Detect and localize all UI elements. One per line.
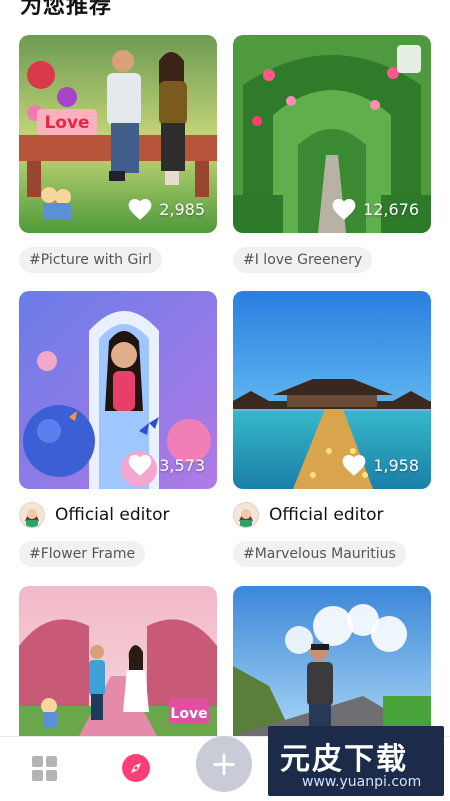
editor-info[interactable]: Official editor — [19, 501, 217, 529]
recommend-card[interactable]: 3,573 Official editor #Flower Frame — [19, 291, 217, 567]
editor-name[interactable]: Official editor — [55, 505, 169, 525]
heart-icon — [332, 199, 356, 220]
hashtag-chip[interactable]: #Flower Frame — [19, 541, 146, 567]
card-image[interactable]: 1,958 — [233, 291, 431, 489]
heart-icon — [128, 199, 152, 220]
watermark-title: 元皮下载 — [280, 742, 408, 777]
compass-icon[interactable] — [122, 754, 150, 782]
recommend-card[interactable]: 1,958 Official editor #Marvelous Mauriti… — [233, 291, 431, 567]
recommend-card[interactable]: 12,676 #I love Greenery — [233, 35, 431, 273]
add-button[interactable]: + — [196, 736, 252, 792]
avatar[interactable] — [233, 502, 259, 528]
love-sign-text: Love — [170, 706, 207, 722]
card-image[interactable]: 12,676 — [233, 35, 431, 233]
watermark-url: www.yuanpi.com — [302, 774, 422, 790]
card-image[interactable]: Love — [19, 586, 217, 736]
plus-icon: + — [209, 744, 239, 784]
like-counter[interactable]: 12,676 — [331, 197, 419, 221]
hashtag-chip[interactable]: #Picture with Girl — [19, 247, 162, 273]
editor-name[interactable]: Official editor — [269, 505, 383, 525]
avatar[interactable] — [19, 502, 45, 528]
like-count: 1,958 — [373, 455, 419, 475]
grid-icon[interactable] — [32, 756, 58, 782]
heart-icon — [128, 455, 152, 476]
watermark: 元皮下载 www.yuanpi.com — [268, 726, 444, 796]
card-image[interactable]: Love 2,985 — [19, 35, 217, 233]
like-count: 12,676 — [363, 199, 419, 219]
like-counter[interactable]: 3,573 — [127, 453, 205, 477]
love-sign-text: Love — [44, 113, 89, 133]
like-counter[interactable]: 2,985 — [127, 197, 205, 221]
recommend-card[interactable]: Love 2,985 #Picture with Girl — [19, 35, 217, 273]
recommend-card[interactable]: Love — [19, 586, 217, 736]
editor-info[interactable]: Official editor — [233, 501, 431, 529]
hashtag-chip[interactable]: #Marvelous Mauritius — [233, 541, 406, 567]
heart-icon — [342, 455, 366, 476]
card-image[interactable] — [233, 586, 431, 736]
like-count: 3,573 — [159, 455, 205, 475]
like-counter[interactable]: 1,958 — [341, 453, 419, 477]
hashtag-chip[interactable]: #I love Greenery — [233, 247, 373, 273]
recommend-card[interactable] — [233, 586, 431, 736]
page-title: 为您推荐 — [20, 0, 113, 19]
card-image[interactable]: 3,573 — [19, 291, 217, 489]
like-count: 2,985 — [159, 199, 205, 219]
